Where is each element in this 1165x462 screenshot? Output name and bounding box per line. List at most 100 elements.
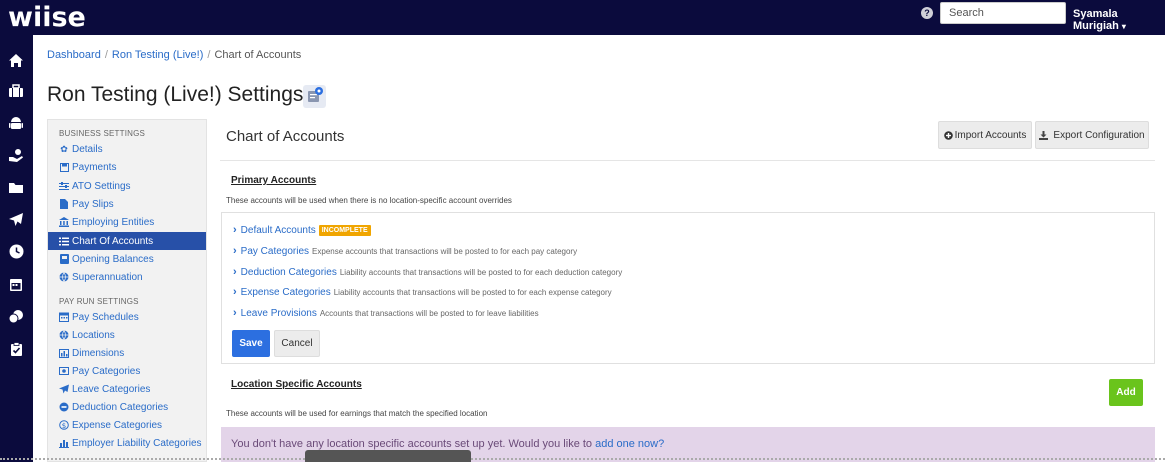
download-icon xyxy=(1039,130,1049,140)
help-icon[interactable]: ? xyxy=(921,7,933,19)
page-bottom-border xyxy=(0,458,1165,462)
sidebar-item-employer-liability-categories[interactable]: Employer Liability Categories xyxy=(48,434,206,452)
sidebar-item-leave-categories[interactable]: Leave Categories xyxy=(48,380,206,398)
sidebar-item-label: Payments xyxy=(72,161,117,173)
wiise-logo[interactable]: wiise xyxy=(8,2,86,33)
chevron-right-icon: › xyxy=(233,245,237,257)
coins-icon[interactable] xyxy=(7,307,25,325)
sidebar-item-superannuation[interactable]: Superannuation xyxy=(48,268,206,286)
sidebar-item-label: Details xyxy=(72,143,103,155)
bar-chart-icon xyxy=(59,438,69,448)
hand-money-icon[interactable] xyxy=(7,146,25,164)
plus-circle-icon xyxy=(943,130,953,140)
money-icon xyxy=(59,366,69,376)
sidebar-item-pay-categories[interactable]: Pay Categories xyxy=(48,362,206,380)
user-name: Syamala Murigiah xyxy=(1073,8,1119,32)
chevron-right-icon: › xyxy=(233,266,237,278)
account-description: Liability accounts that transactions wil… xyxy=(333,287,612,297)
cancel-button[interactable]: Cancel xyxy=(274,330,320,357)
user-menu[interactable]: Syamala Murigiah ▾ xyxy=(1073,8,1165,32)
account-label: Default Accounts xyxy=(240,224,316,236)
clipboard-check-icon[interactable] xyxy=(7,340,25,358)
file-icon xyxy=(59,199,69,209)
panel-title: Chart of Accounts xyxy=(226,128,345,145)
globe-icon xyxy=(59,330,69,340)
sidebar-item-opening-balances[interactable]: Opening Balances xyxy=(48,250,206,268)
save-button[interactable]: Save xyxy=(232,330,270,357)
sidebar-item-pay-slips[interactable]: Pay Slips xyxy=(48,195,206,213)
gear-icon: ✿ xyxy=(60,143,68,154)
breadcrumb-separator: / xyxy=(104,49,108,61)
chevron-right-icon: › xyxy=(233,224,237,236)
bottom-toast[interactable] xyxy=(305,450,471,462)
export-configuration-button[interactable]: Export Configuration xyxy=(1035,121,1149,149)
breadcrumb-dashboard[interactable]: Dashboard xyxy=(47,49,101,61)
sliders-icon xyxy=(59,181,69,191)
sidebar-item-label: Employing Entities xyxy=(72,216,155,228)
sidebar-item-ato-settings[interactable]: ATO Settings xyxy=(48,177,206,195)
import-accounts-button[interactable]: Import Accounts xyxy=(938,121,1032,149)
breadcrumb-separator: / xyxy=(207,49,211,61)
left-nav xyxy=(0,35,33,462)
search-input[interactable] xyxy=(940,2,1066,24)
breadcrumb-current: Chart of Accounts xyxy=(214,49,302,61)
sidebar-item-label: Pay Categories xyxy=(72,365,141,377)
account-row-pay-categories[interactable]: › Pay Categories Expense accounts that tra… xyxy=(233,245,577,257)
sidebar-item-employing-entities[interactable]: Employing Entities xyxy=(48,213,206,231)
business-settings-header: BUSINESS SETTINGS xyxy=(59,129,146,138)
sidebar-item-label: Pay Slips xyxy=(72,198,114,210)
account-row-default[interactable]: › Default Accounts INCOMPLETE xyxy=(233,224,371,236)
briefcase-icon[interactable] xyxy=(7,82,25,100)
plane-icon[interactable] xyxy=(7,210,25,228)
primary-accounts-description: These accounts will be used when there i… xyxy=(226,196,512,205)
sidebar-item-chart-of-accounts[interactable]: Chart Of Accounts xyxy=(48,232,206,250)
settings-badge-icon[interactable] xyxy=(303,85,326,108)
account-row-leave-provisions[interactable]: › Leave Provisions Accounts that transacti… xyxy=(233,307,539,319)
sidebar-item-label: Employer Liability Categories xyxy=(72,437,202,449)
folder-icon[interactable] xyxy=(7,178,25,196)
pay-run-settings-header: PAY RUN SETTINGS xyxy=(59,297,139,306)
location-accounts-description: These accounts will be used for earnings… xyxy=(226,409,488,418)
sidebar-item-details[interactable]: ✿ Details xyxy=(48,140,206,158)
sidebar-item-label: Pay Schedules xyxy=(72,311,139,323)
primary-accounts-heading: Primary Accounts xyxy=(231,175,317,186)
account-label: Deduction Categories xyxy=(240,266,337,278)
export-configuration-label: Export Configuration xyxy=(1053,129,1145,141)
bank-icon xyxy=(59,217,69,227)
account-label: Pay Categories xyxy=(240,245,310,257)
account-row-deduction-categories[interactable]: › Deduction Categories Liability accounts … xyxy=(233,266,622,278)
top-bar: wiise ? Syamala Murigiah▾ xyxy=(0,0,1165,35)
add-one-now-link[interactable]: add one now? xyxy=(595,438,664,450)
chevron-right-icon: › xyxy=(233,307,237,319)
sidebar-item-label: Deduction Categories xyxy=(72,401,169,413)
sidebar-item-locations[interactable]: Locations xyxy=(48,326,206,344)
sidebar-item-dimensions[interactable]: Dimensions xyxy=(48,344,206,362)
sidebar-item-label: Expense Categories xyxy=(72,419,163,431)
sidebar-item-payments[interactable]: Payments xyxy=(48,158,206,176)
sidebar-item-label: Locations xyxy=(72,329,115,341)
import-accounts-label: Import Accounts xyxy=(954,129,1027,141)
chevron-right-icon: › xyxy=(233,286,237,298)
list-icon xyxy=(59,236,69,246)
account-label: Leave Provisions xyxy=(240,307,317,319)
account-row-expense-categories[interactable]: › Expense Categories Liability accounts th… xyxy=(233,286,612,298)
calendar-icon xyxy=(59,312,69,322)
account-description: Liability accounts that transactions wil… xyxy=(339,267,623,277)
sidebar-item-pay-schedules[interactable]: Pay Schedules xyxy=(48,308,206,326)
dollar-circle-icon: $ xyxy=(59,420,69,430)
caret-down-icon: ▾ xyxy=(1121,22,1126,31)
sidebar-item-deduction-categories[interactable]: Deduction Categories xyxy=(48,398,206,416)
android-icon[interactable] xyxy=(7,114,25,132)
calendar-icon[interactable] xyxy=(7,275,25,293)
alert-text: You don't have any location specific acc… xyxy=(231,438,596,450)
save-icon xyxy=(59,162,69,172)
account-label: Expense Categories xyxy=(240,286,331,298)
add-button[interactable]: Add xyxy=(1109,379,1143,406)
home-icon[interactable] xyxy=(7,51,25,69)
breadcrumb-business[interactable]: Ron Testing (Live!) xyxy=(112,49,204,61)
globe-icon xyxy=(59,272,69,282)
sidebar-item-label: Dimensions xyxy=(72,347,125,359)
sidebar-item-expense-categories[interactable]: $ Expense Categories xyxy=(48,416,206,434)
sidebar-item-label: Superannuation xyxy=(72,271,143,283)
clock-icon[interactable] xyxy=(7,242,25,260)
